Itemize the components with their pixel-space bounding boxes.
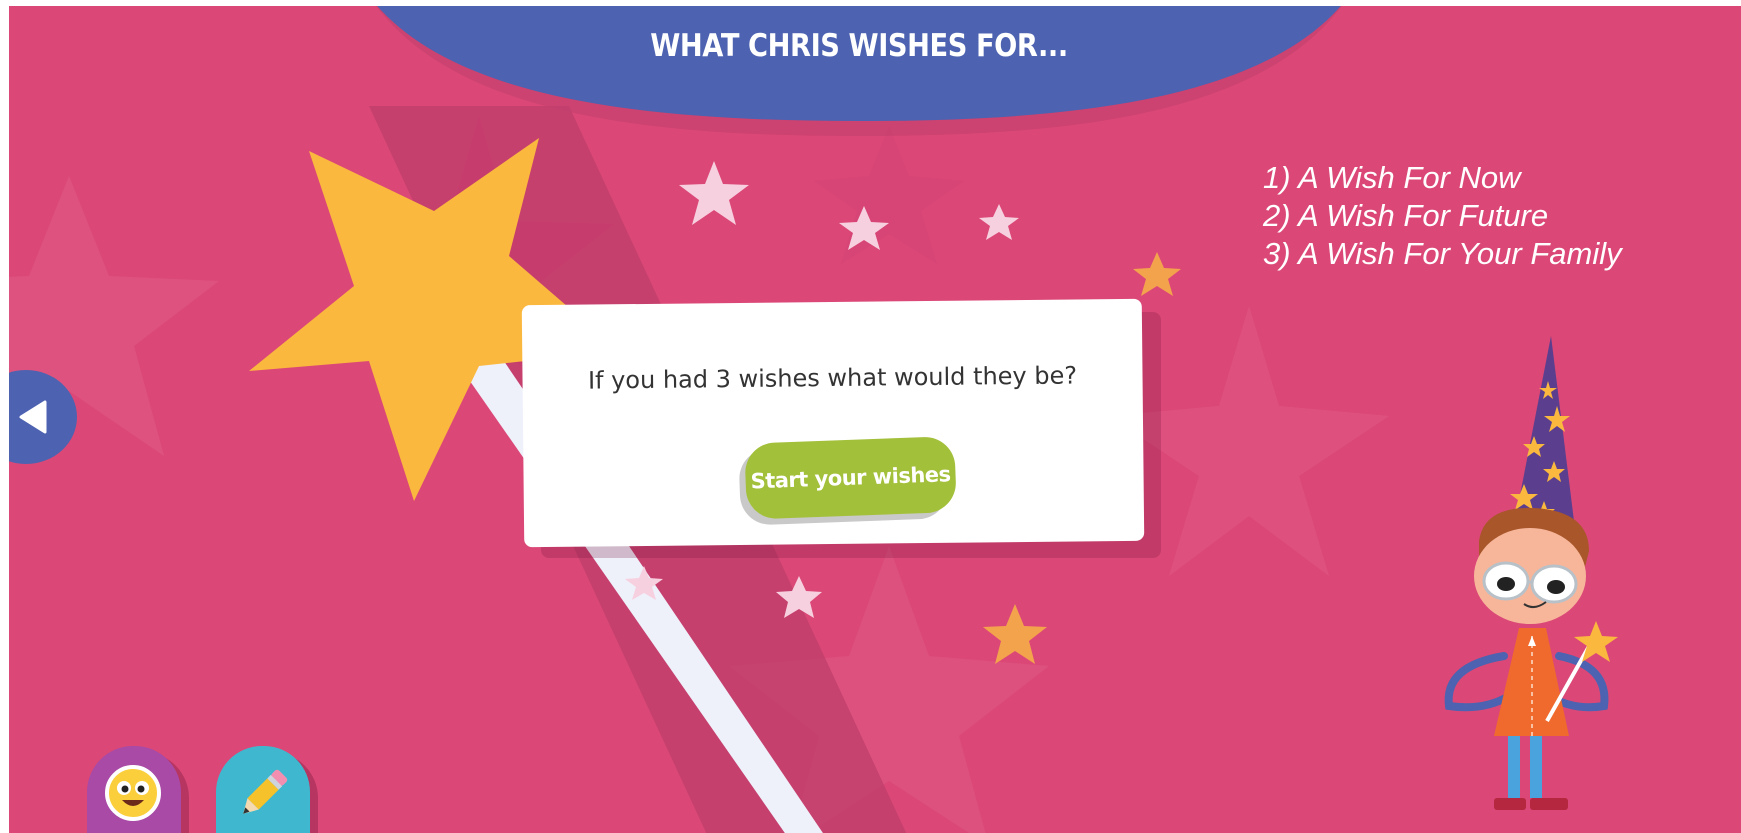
faint-star-top <box>814 126 964 264</box>
wish-list: 1) A Wish For Now 2) A Wish For Future 3… <box>1263 159 1622 273</box>
smiley-face-icon <box>105 765 161 821</box>
small-star-1 <box>679 161 749 225</box>
small-star-4 <box>1133 252 1181 296</box>
page-title: WHAT CHRIS WISHES FOR... <box>650 28 1068 64</box>
wish-list-item: 3) A Wish For Your Family <box>1263 236 1622 271</box>
wish-list-item: 2) A Wish For Future <box>1263 198 1549 233</box>
wish-list-item: 1) A Wish For Now <box>1263 160 1521 195</box>
small-star-7 <box>983 604 1047 664</box>
pencil-button[interactable] <box>216 746 310 833</box>
header-banner: WHAT CHRIS WISHES FOR... <box>369 6 1349 136</box>
start-wishes-button[interactable]: Start your wishes <box>744 435 957 520</box>
back-arrow-icon <box>19 400 47 434</box>
activity-stage: WHAT CHRIS WISHES FOR... 1) A Wish For N… <box>9 6 1741 833</box>
header-banner-shape <box>376 6 1342 136</box>
wish-dialog: If you had 3 wishes what would they be? … <box>521 298 1145 548</box>
small-star-3 <box>979 204 1019 240</box>
wizard-character <box>1444 336 1618 810</box>
dialog-question: If you had 3 wishes what would they be? <box>587 361 1078 395</box>
pencil-icon <box>243 769 288 814</box>
emoji-button[interactable] <box>87 746 181 833</box>
